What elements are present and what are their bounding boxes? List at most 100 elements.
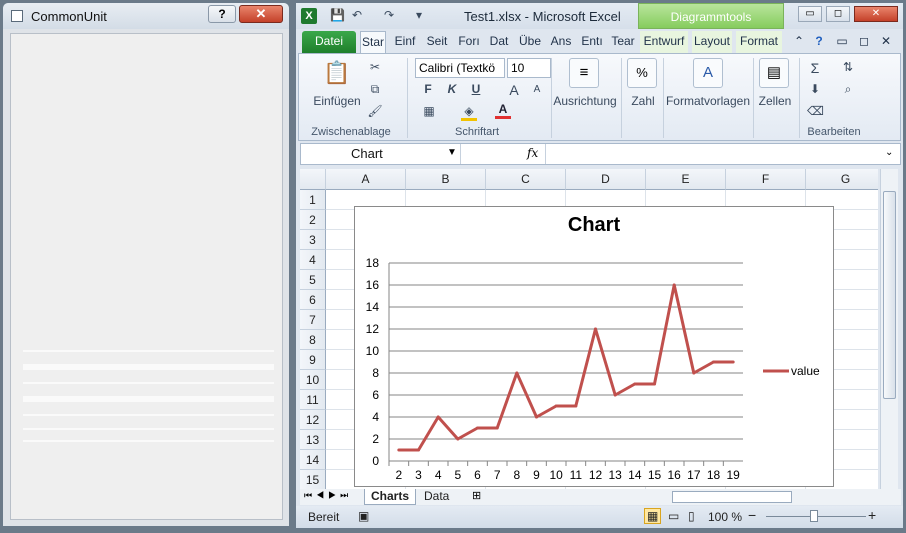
row-header[interactable]: 2 bbox=[300, 210, 326, 230]
format-painter-icon[interactable]: 🖌 bbox=[367, 104, 383, 118]
row-header[interactable]: 10 bbox=[300, 370, 326, 390]
maximize-button[interactable]: ◻ bbox=[826, 6, 850, 22]
horizontal-scrollbar[interactable] bbox=[672, 491, 792, 503]
cells-icon[interactable]: ▤ bbox=[759, 58, 789, 88]
italic-button[interactable]: K bbox=[445, 82, 459, 96]
column-header[interactable]: D bbox=[566, 169, 646, 190]
row-header[interactable]: 9 bbox=[300, 350, 326, 370]
vertical-scrollbar[interactable] bbox=[880, 169, 898, 489]
page-break-view-icon[interactable]: ▯ bbox=[688, 509, 695, 523]
row-header[interactable]: 1 bbox=[300, 190, 326, 210]
font-color-icon[interactable]: A bbox=[495, 102, 511, 119]
row-header[interactable]: 4 bbox=[300, 250, 326, 270]
chart-object[interactable]: Chart 0 2 4 6 8 10 12 14 16 18 2 3 4 5 6 7 8 9 10 11 12 13 14 15… bbox=[354, 206, 834, 487]
insert-sheet-icon[interactable]: ⊞ bbox=[472, 489, 481, 502]
row-header[interactable]: 11 bbox=[300, 390, 326, 410]
row-header[interactable]: 7 bbox=[300, 310, 326, 330]
column-header[interactable]: G bbox=[806, 169, 878, 190]
column-header[interactable]: F bbox=[726, 169, 806, 190]
row-header[interactable]: 5 bbox=[300, 270, 326, 290]
fill-color-icon[interactable]: ◈ bbox=[461, 104, 477, 121]
sheet-tab-charts[interactable]: Charts bbox=[364, 489, 417, 505]
redo-icon[interactable]: ↷ bbox=[384, 8, 394, 22]
row-header[interactable]: 14 bbox=[300, 450, 326, 470]
name-box-dropdown-icon[interactable]: ▼ bbox=[447, 147, 457, 158]
row-header[interactable]: 3 bbox=[300, 230, 326, 250]
insert-function-button[interactable]: fx bbox=[527, 146, 538, 160]
tab-team[interactable]: Tear bbox=[610, 31, 636, 53]
save-icon[interactable]: 💾 bbox=[330, 8, 345, 22]
row-header[interactable]: 15 bbox=[300, 470, 326, 489]
clear-icon[interactable]: ⌫ bbox=[807, 104, 824, 118]
underline-button[interactable]: U bbox=[469, 82, 483, 96]
bold-button[interactable]: F bbox=[421, 82, 435, 96]
tab-start[interactable]: Star bbox=[360, 31, 386, 53]
formula-input[interactable] bbox=[545, 144, 881, 164]
macro-record-icon[interactable]: ▣ bbox=[358, 509, 369, 523]
fill-icon[interactable]: ⬇ bbox=[807, 82, 823, 96]
help-button[interactable]: ? bbox=[208, 5, 236, 23]
zoom-out-button[interactable]: − bbox=[748, 507, 756, 523]
styles-icon[interactable]: A bbox=[693, 58, 723, 88]
number-button[interactable]: Zahl bbox=[623, 94, 663, 108]
paste-icon[interactable]: 📋 bbox=[317, 60, 357, 90]
row-header[interactable]: 13 bbox=[300, 430, 326, 450]
cells-button[interactable]: Zellen bbox=[753, 94, 797, 108]
grow-font-button[interactable]: A bbox=[507, 82, 521, 98]
borders-icon[interactable]: ▦ bbox=[421, 104, 437, 118]
tab-seitenlayout[interactable]: Seit bbox=[424, 31, 450, 53]
row-header[interactable]: 6 bbox=[300, 290, 326, 310]
doc-restore-icon[interactable]: ◻ bbox=[856, 31, 872, 53]
autosum-icon[interactable]: Σ bbox=[807, 60, 823, 76]
sort-filter-icon[interactable]: ⇅ bbox=[839, 60, 857, 74]
copy-icon[interactable]: ⧉ bbox=[367, 82, 383, 97]
customize-qat-icon[interactable]: ▾ bbox=[416, 8, 422, 22]
tab-entwicklertools[interactable]: Entı bbox=[579, 31, 605, 53]
sheet-nav-icons[interactable]: ⏮◀▶⏭ bbox=[304, 490, 352, 501]
minimize-button[interactable]: ▭ bbox=[798, 6, 822, 22]
page-layout-view-icon[interactable]: ▭ bbox=[668, 509, 679, 523]
column-header[interactable]: C bbox=[486, 169, 566, 190]
undo-icon[interactable]: ↶ bbox=[352, 8, 362, 22]
tab-formeln[interactable]: Forı bbox=[456, 31, 482, 53]
doc-close-icon[interactable]: ✕ bbox=[878, 31, 894, 53]
close-button[interactable]: ✕ bbox=[239, 5, 283, 23]
tab-einfuegen[interactable]: Einf bbox=[392, 31, 418, 53]
column-header[interactable]: A bbox=[326, 169, 406, 190]
alignment-icon[interactable]: ≡ bbox=[569, 58, 599, 88]
doc-minimize-icon[interactable]: ▭ bbox=[834, 31, 850, 53]
select-all-corner[interactable] bbox=[300, 169, 326, 190]
styles-button[interactable]: Formatvorlagen bbox=[663, 94, 753, 108]
alignment-button[interactable]: Ausrichtung bbox=[553, 94, 617, 108]
ribbon-collapse-icon[interactable]: ⌃ bbox=[792, 31, 806, 53]
tab-ueberpruefen[interactable]: Übe bbox=[517, 31, 543, 53]
column-header[interactable]: E bbox=[646, 169, 726, 190]
cut-icon[interactable]: ✂ bbox=[367, 60, 383, 74]
help-icon[interactable]: ? bbox=[810, 31, 828, 53]
tab-ansicht[interactable]: Ans bbox=[548, 31, 574, 53]
number-icon[interactable]: % bbox=[627, 58, 657, 88]
column-header[interactable]: B bbox=[406, 169, 486, 190]
zoom-slider-thumb[interactable] bbox=[810, 510, 818, 522]
find-select-icon[interactable]: ⌕ bbox=[839, 82, 857, 97]
expand-formula-icon[interactable]: ⌄ bbox=[885, 147, 893, 158]
font-size-combo[interactable]: 10 bbox=[507, 58, 551, 78]
tab-daten[interactable]: Dat bbox=[486, 31, 512, 53]
tab-format[interactable]: Format bbox=[736, 31, 782, 53]
excel-app-icon[interactable]: X bbox=[301, 8, 317, 24]
name-box[interactable]: Chart bbox=[301, 144, 461, 164]
row-header[interactable]: 12 bbox=[300, 410, 326, 430]
excel-titlebar[interactable]: X 💾 ↶ ↷ ▾ Test1.xlsx - Microsoft Excel D… bbox=[296, 3, 903, 29]
row-header[interactable]: 8 bbox=[300, 330, 326, 350]
tab-entwurf[interactable]: Entwurf bbox=[640, 31, 688, 53]
zoom-level[interactable]: 100 % bbox=[708, 510, 742, 524]
excel-close-button[interactable]: ✕ bbox=[854, 6, 898, 22]
normal-view-icon[interactable]: ▦ bbox=[644, 508, 662, 524]
tab-layout[interactable]: Layout bbox=[692, 31, 732, 53]
paste-button[interactable]: Einfügen bbox=[309, 94, 365, 108]
scroll-thumb[interactable] bbox=[883, 191, 896, 399]
zoom-in-button[interactable]: + bbox=[868, 507, 876, 523]
shrink-font-button[interactable]: A bbox=[531, 84, 543, 95]
sheet-tab-data[interactable]: Data bbox=[418, 489, 455, 505]
tab-datei[interactable]: Datei bbox=[302, 31, 356, 53]
